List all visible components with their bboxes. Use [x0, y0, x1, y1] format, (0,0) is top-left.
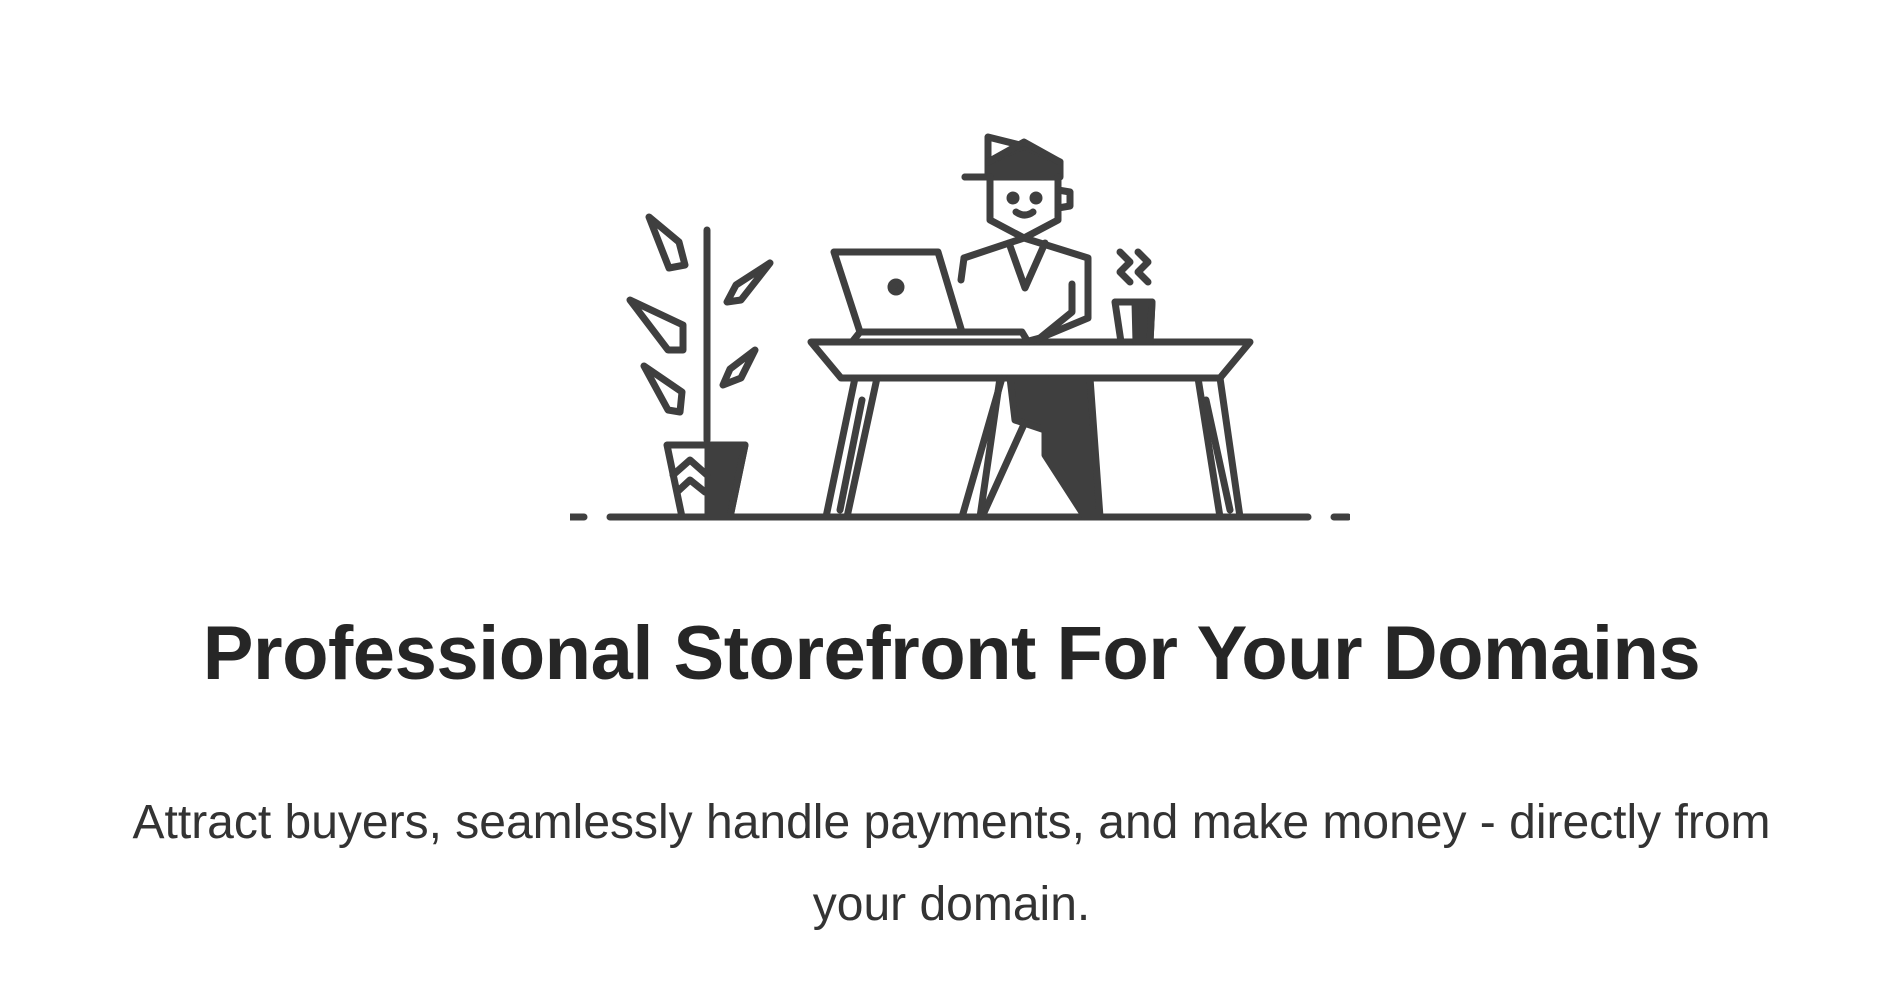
- person-icon: [957, 133, 1092, 346]
- illustration-svg: [570, 133, 1350, 521]
- hero-headline: Professional Storefront For Your Domains: [202, 611, 1701, 696]
- person-at-desk-illustration: [570, 80, 1350, 540]
- desk-icon: [807, 338, 1254, 521]
- storefront-hero-section: Professional Storefront For Your Domains…: [0, 0, 1903, 995]
- laptop-icon: [830, 248, 1032, 346]
- coffee-cup-icon: [1111, 248, 1156, 346]
- hero-subtext: Attract buyers, seamlessly handle paymen…: [132, 796, 1771, 931]
- plant-icon: [626, 213, 774, 521]
